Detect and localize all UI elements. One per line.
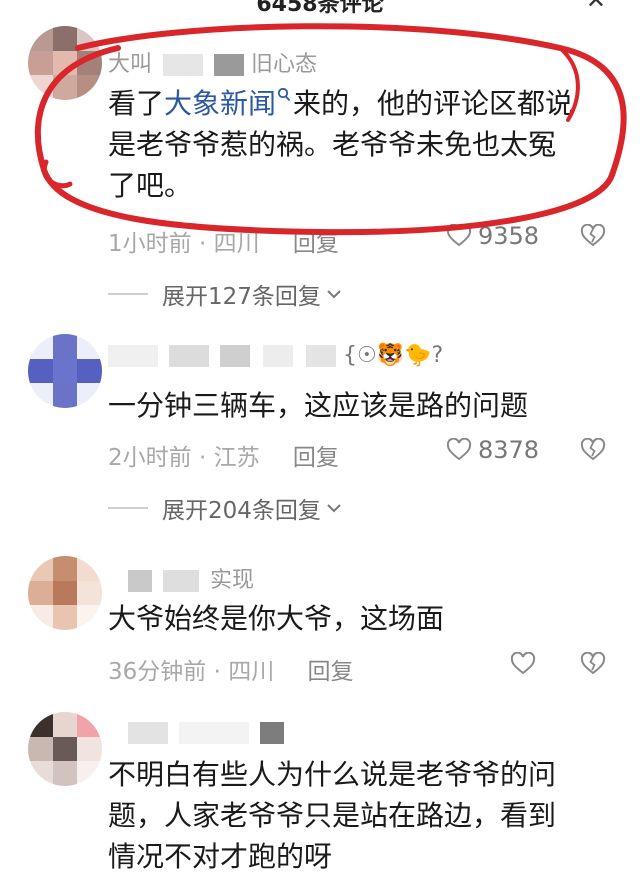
like-button[interactable]: 8378 [446,436,539,464]
expand-replies[interactable]: 展开204条回复 [108,491,343,525]
avatar[interactable] [28,556,102,630]
avatar[interactable] [28,334,102,408]
avatar[interactable] [28,712,102,786]
location: 四川 [228,659,275,685]
chevron-down-icon [325,287,343,301]
username[interactable] [128,720,284,745]
broken-heart-icon[interactable] [580,438,606,462]
reply-button[interactable]: 回复 [308,659,354,685]
comment-meta: 2小时前 · 江苏 回复 [108,445,339,471]
timestamp: 2小时前 [108,445,192,471]
like-count: 8378 [478,436,540,464]
comment-text: 不明白有些人为什么说是老爷爷的问 题，人家老爷爷只是站在路边，看到 情况不对才跑… [108,758,557,873]
expand-replies[interactable]: 展开127条回复 [108,277,343,311]
comment-text: 一分钟三辆车，这应该是路的问题 [108,389,529,422]
expand-label: 展开127条回复 [162,284,321,310]
divider [108,293,148,295]
location: 江苏 [213,445,260,471]
reply-button[interactable]: 回复 [293,445,339,471]
divider [108,507,148,509]
annotation-circle [34,23,627,236]
username[interactable]: 实现 [128,562,254,594]
username[interactable]: {☉🐯🐤? [108,343,443,368]
username-tail: 实现 [210,568,255,593]
timestamp: 36分钟前 [108,659,207,685]
heart-icon[interactable] [510,652,536,676]
broken-heart-icon[interactable] [580,652,606,676]
comment-meta: 36分钟前 · 四川 回复 [108,659,354,685]
expand-label: 展开204条回复 [162,498,321,524]
username-tail: {☉🐯🐤? [343,343,444,368]
chevron-down-icon [325,501,343,515]
heart-icon [446,438,472,462]
comment-text: 大爷始终是你大爷，这场面 [108,602,445,635]
